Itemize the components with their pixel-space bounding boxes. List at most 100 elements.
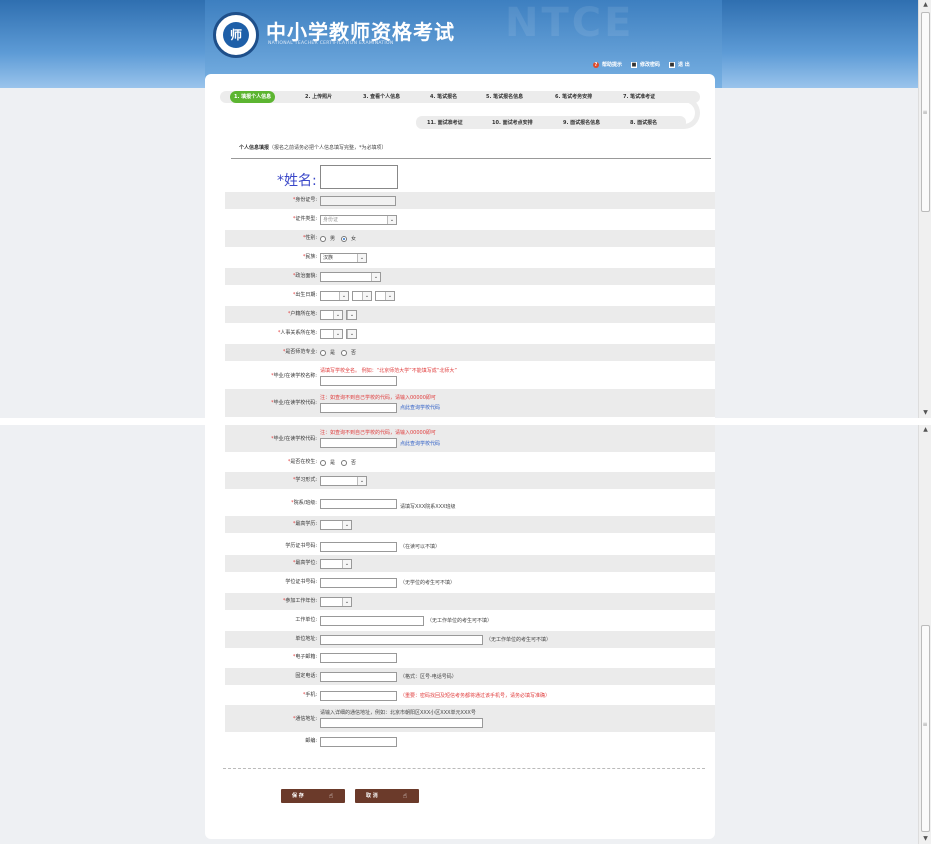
step-11[interactable]: 11. 面试准考证	[427, 117, 463, 129]
hukou-city-select[interactable]: ⌄	[346, 309, 357, 320]
chevron-down-icon: ⌄	[347, 329, 356, 338]
id-number-label: *身份证号:	[292, 197, 317, 203]
scroll-down-icon[interactable]: ▼	[919, 408, 931, 418]
step-6[interactable]: 6. 笔试考务安排	[555, 91, 592, 103]
step-8[interactable]: 8. 面试报名	[630, 117, 657, 129]
row-degree-cert: 学位证书号码: （无学位的考生可不填）	[225, 574, 715, 591]
address-input[interactable]	[320, 718, 483, 728]
row-normal-major: *是否师范专业: 是否	[225, 344, 715, 361]
required-mark: *	[291, 500, 294, 506]
chevron-down-icon: ⌄	[333, 310, 342, 319]
employer-label: 工作单位:	[295, 617, 317, 623]
header-watermark: NTCE	[505, 0, 635, 46]
school-name-hint: 请填写学校全名。 例如：“北京师范大学”不能填写成“北师大”	[320, 367, 457, 374]
hand-pointer-icon: ☝	[402, 792, 407, 800]
degree-label: *最高学位:	[292, 560, 317, 566]
required-mark: *	[292, 521, 296, 527]
scroll-grip-icon: ≡	[922, 109, 928, 116]
help-link[interactable]: ? 帮助提示	[593, 61, 622, 68]
politics-select[interactable]: ⌄	[320, 271, 381, 282]
step-2[interactable]: 2. 上传照片	[305, 91, 332, 103]
top-scrollbar[interactable]: ▲ ≡ ▼	[918, 0, 931, 418]
form-card-bottom: *毕业/在读学校代码: 注：如查询不到自己学校的代码，请输入00000即可 点此…	[205, 425, 715, 839]
row-study-form: *学习形式: ⌄	[225, 472, 715, 489]
cancel-button[interactable]: 取 消 ☝	[355, 789, 419, 803]
required-mark: *	[282, 349, 286, 355]
employer-input[interactable]	[320, 615, 424, 626]
zip-input[interactable]	[320, 736, 397, 747]
name-input[interactable]	[320, 165, 398, 189]
row-employer-addr: 单位地址: （无工作单位的考生可不填）	[225, 631, 715, 648]
school-name-input[interactable]	[320, 375, 397, 386]
edu-select[interactable]: ⌄	[320, 519, 352, 530]
row-email: *电子邮箱:	[225, 649, 715, 666]
required-mark: *	[287, 459, 291, 465]
logout-link[interactable]: ■ 退 出	[669, 61, 690, 68]
in-school-yes-radio[interactable]	[320, 459, 326, 466]
scroll-up-icon[interactable]: ▲	[919, 425, 931, 435]
step-4[interactable]: 4. 笔试报名	[430, 91, 457, 103]
id-type-select[interactable]: 身份证 ⌄	[320, 214, 397, 225]
ethnicity-select[interactable]: 汉族 ⌄	[320, 252, 367, 263]
phone-input[interactable]	[320, 671, 397, 682]
mobile-input[interactable]	[320, 690, 397, 701]
school-code-lookup-link[interactable]: 点此查询学校代码	[400, 440, 440, 447]
step-7[interactable]: 7. 笔试准考证	[623, 91, 655, 103]
row-personnel: *人事关系所在地: ⌄ ⌄	[225, 325, 715, 342]
required-mark: *	[271, 436, 274, 442]
site-subtitle: NATIONAL TEACHER CERTIFICATION EXAMINATI…	[268, 41, 394, 46]
birth-month-select[interactable]: ⌄	[352, 290, 372, 301]
degree-cert-label: 学位证书号码:	[285, 579, 317, 585]
row-school-code-2: *毕业/在读学校代码: 注：如查询不到自己学校的代码，请输入00000即可 点此…	[225, 425, 715, 452]
step-1[interactable]: 1. 填报个人信息	[230, 91, 276, 103]
chevron-down-icon: ⌄	[333, 329, 342, 338]
save-button[interactable]: 保 存 ☝	[281, 789, 345, 803]
change-password-link[interactable]: ■ 修改密码	[631, 61, 660, 68]
birth-year-select[interactable]: ⌄	[320, 290, 349, 301]
bottom-scrollbar[interactable]: ▲ ≡ ▼	[918, 425, 931, 844]
hand-pointer-icon: ☝	[328, 792, 333, 800]
work-years-select[interactable]: ⌄	[320, 596, 352, 607]
hukou-province-select[interactable]: ⌄	[320, 309, 343, 320]
hukou-label: *户籍所在地:	[287, 311, 317, 317]
scroll-grip-icon: ≡	[922, 721, 928, 728]
scroll-up-icon[interactable]: ▲	[919, 0, 931, 10]
scroll-down-icon[interactable]: ▼	[919, 834, 931, 844]
birth-label: *出生日期:	[292, 292, 317, 298]
gender-label: *性别:	[302, 235, 317, 241]
step-progress: 1. 填报个人信息 2. 上传照片 3. 查看个人信息 4. 笔试报名 5. 笔…	[220, 91, 700, 129]
personnel-province-select[interactable]: ⌄	[320, 328, 343, 339]
degree-cert-input[interactable]	[320, 577, 397, 588]
normal-major-no-radio[interactable]	[341, 349, 348, 356]
school-code-input[interactable]	[320, 438, 397, 448]
employer-addr-input[interactable]	[320, 634, 483, 645]
id-number-input[interactable]	[320, 195, 396, 206]
school-code-lookup-link[interactable]: 点此查询学校代码	[400, 404, 440, 411]
school-code-input[interactable]	[320, 402, 397, 413]
row-mobile: *手机: （重要：密码找回及短信考务都将通过该手机号，请务必填写准确）	[225, 687, 715, 704]
required-mark: *	[292, 654, 296, 660]
email-input[interactable]	[320, 652, 397, 663]
normal-major-yes-radio[interactable]	[320, 349, 326, 356]
gender-female-radio[interactable]	[341, 235, 348, 242]
gender-male-radio[interactable]	[320, 235, 326, 242]
scroll-thumb[interactable]	[921, 625, 930, 832]
dept-input[interactable]	[320, 498, 397, 509]
mobile-hint: （重要：密码找回及短信考务都将通过该手机号，请务必填写准确）	[400, 693, 551, 699]
mobile-label: *手机:	[302, 692, 317, 698]
step-9[interactable]: 9. 面试报名信息	[563, 117, 600, 129]
chevron-down-icon: ⌄	[339, 291, 348, 300]
step-10[interactable]: 10. 面试考点安排	[492, 117, 533, 129]
row-degree: *最高学位: ⌄	[225, 555, 715, 572]
step-5[interactable]: 5. 笔试报名信息	[486, 91, 523, 103]
step-3[interactable]: 3. 查看个人信息	[363, 91, 400, 103]
help-icon: ?	[593, 61, 599, 68]
birth-day-select[interactable]: ⌄	[375, 290, 395, 301]
personnel-city-select[interactable]: ⌄	[346, 328, 357, 339]
politics-label: *政治面貌:	[292, 273, 317, 279]
in-school-no-radio[interactable]	[341, 459, 348, 466]
degree-select[interactable]: ⌄	[320, 558, 352, 569]
study-form-select[interactable]: ⌄	[320, 475, 367, 486]
edu-cert-input[interactable]	[320, 541, 397, 552]
employer-addr-label: 单位地址:	[295, 636, 317, 642]
